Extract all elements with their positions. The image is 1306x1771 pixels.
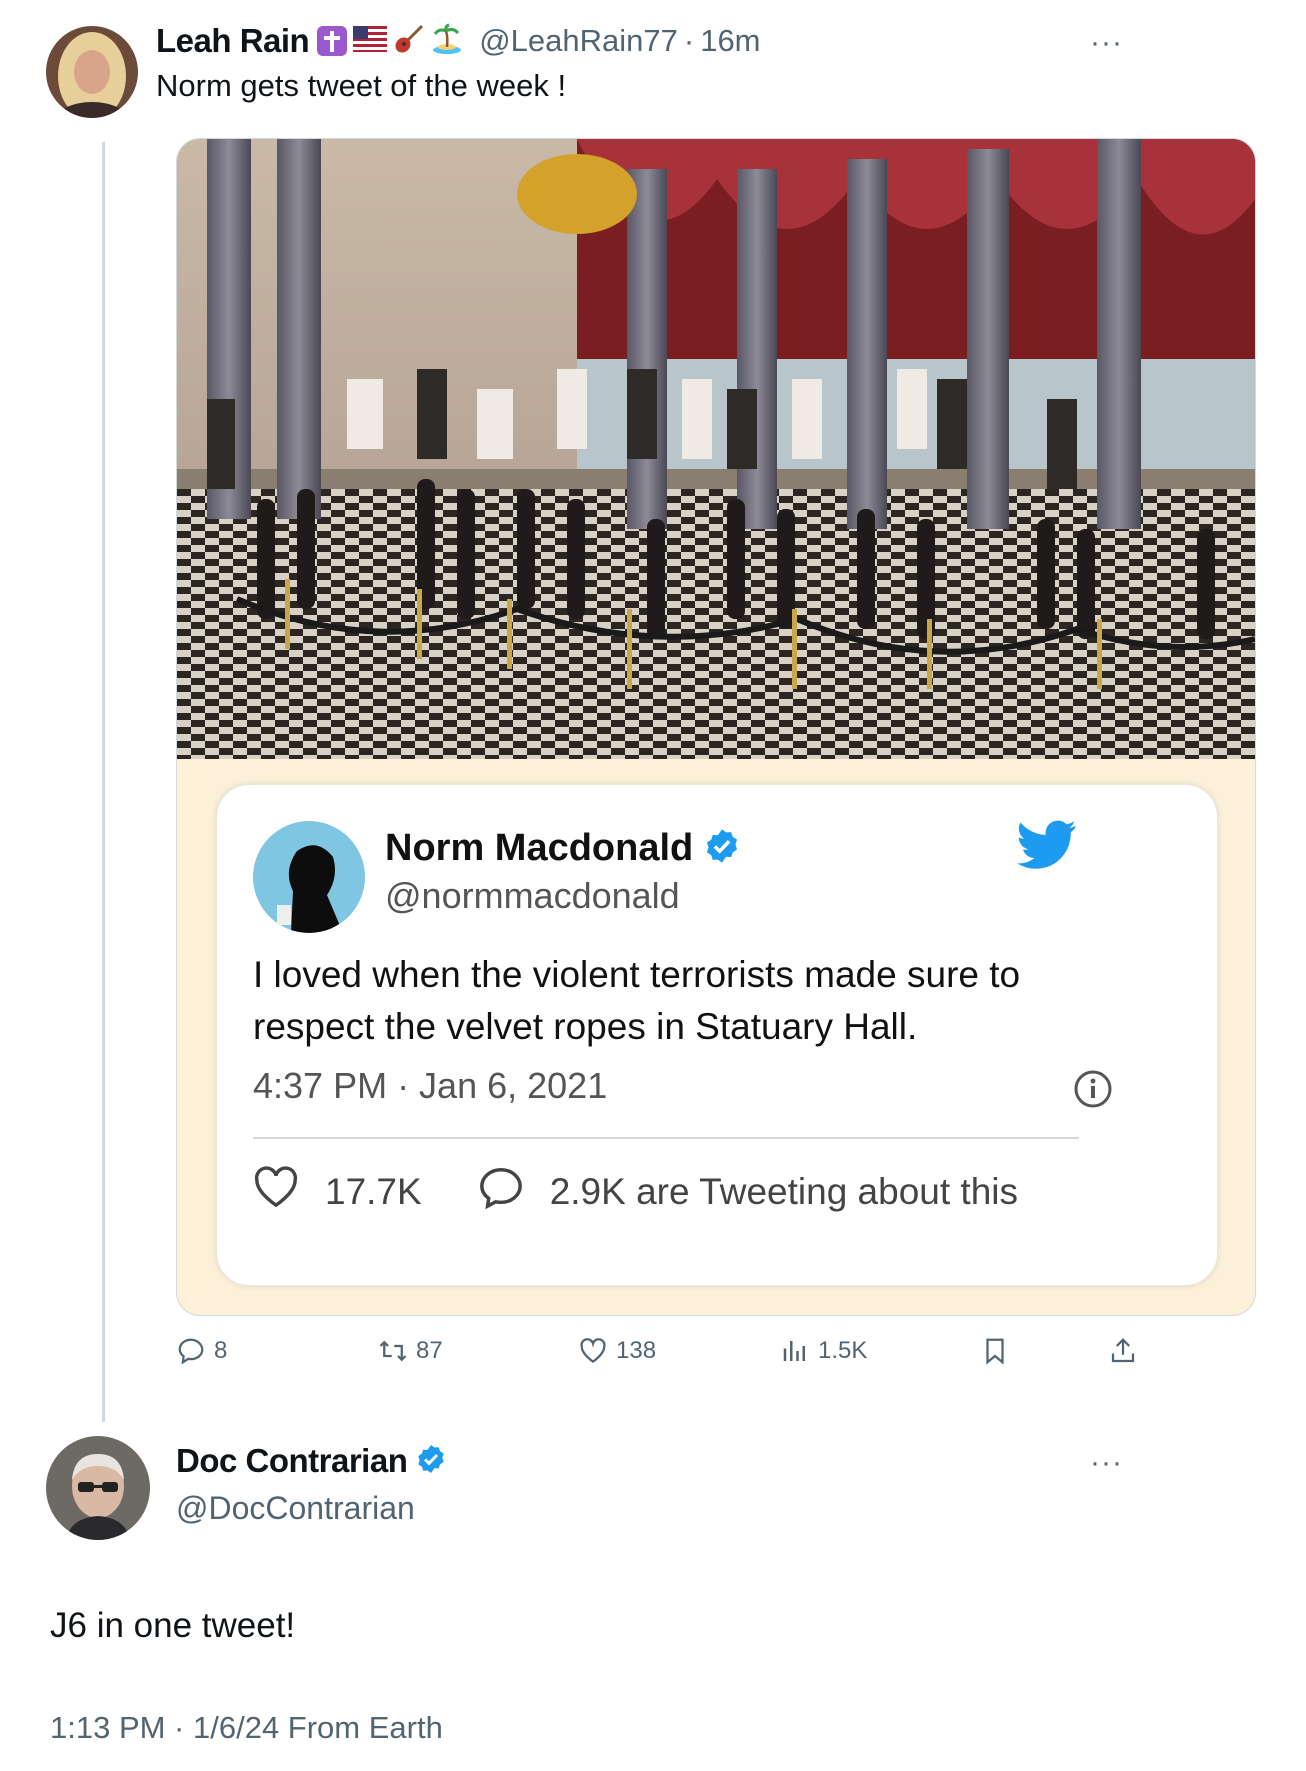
reply-icon xyxy=(178,1338,204,1365)
tweet-timestamp[interactable]: 1:13 PM · 1/6/24 From Earth xyxy=(50,1710,443,1746)
embedded-timestamp: 4:37 PM · Jan 6, 2021 xyxy=(253,1065,608,1106)
author-name[interactable]: Leah Rain xyxy=(156,22,310,60)
embedded-tweeting-count: 2.9K are Tweeting about this xyxy=(549,1170,1019,1212)
like-count: 138 xyxy=(616,1337,657,1364)
more-options-button[interactable]: ··· xyxy=(1090,1446,1123,1480)
info-icon xyxy=(1073,1069,1113,1114)
author-name[interactable]: Doc Contrarian xyxy=(176,1442,408,1480)
twitter-bird-icon xyxy=(1017,819,1077,876)
island-emoji-icon xyxy=(431,23,463,60)
us-flag-emoji-icon xyxy=(353,25,388,57)
statuary-hall-photo xyxy=(177,139,1255,759)
verified-badge-icon xyxy=(415,1443,447,1480)
tweet-text: J6 in one tweet! xyxy=(50,1606,296,1645)
reply-button[interactable]: 8 xyxy=(176,1336,227,1366)
embedded-text-line-2: respect the velvet ropes in Statuary Hal… xyxy=(253,1006,918,1047)
share-icon xyxy=(1111,1338,1135,1363)
bookmark-button[interactable] xyxy=(980,1336,1010,1366)
embedded-divider xyxy=(253,1137,1079,1139)
bookmark-icon xyxy=(986,1338,1004,1365)
heart-outline-icon xyxy=(253,1166,299,1217)
tweet-media[interactable]: Norm Macdonald @normmacdonald I loved wh… xyxy=(176,138,1256,1316)
share-button[interactable] xyxy=(1108,1336,1138,1366)
guitar-emoji-icon xyxy=(393,23,425,60)
bar-chart-icon xyxy=(783,1341,805,1361)
avatar-norm-macdonald xyxy=(253,821,365,933)
author-handle[interactable]: @DocContrarian xyxy=(176,1490,415,1527)
verified-badge-icon xyxy=(703,827,741,870)
retweet-count: 87 xyxy=(416,1337,443,1364)
author-handle[interactable]: @LeahRain77 xyxy=(479,23,678,59)
speech-bubble-icon xyxy=(478,1165,524,1218)
thread-connector-line xyxy=(102,142,105,1422)
separator-dot: · xyxy=(683,23,695,58)
embedded-like-count: 17.7K xyxy=(325,1170,422,1212)
post-time[interactable]: 16m xyxy=(700,23,760,59)
tweet-text: Norm gets tweet of the week ! xyxy=(156,68,567,103)
like-button[interactable]: 138 xyxy=(578,1336,656,1366)
embedded-author-name: Norm Macdonald xyxy=(385,827,694,869)
avatar-doc-contrarian[interactable] xyxy=(46,1436,150,1540)
reply-count: 8 xyxy=(214,1337,228,1364)
embedded-tweet-card: Norm Macdonald @normmacdonald I loved wh… xyxy=(215,783,1219,1287)
views-count: 1.5K xyxy=(818,1337,868,1364)
retweet-button[interactable]: 87 xyxy=(378,1336,443,1366)
cross-emoji-icon xyxy=(317,26,348,56)
avatar-leah-rain[interactable] xyxy=(46,26,138,118)
retweet-icon xyxy=(379,1340,407,1362)
heart-icon xyxy=(580,1338,606,1363)
embedded-handle: @normmacdonald xyxy=(385,875,680,916)
embedded-text-line-1: I loved when the violent terrorists made… xyxy=(253,954,1021,995)
views-button[interactable]: 1.5K xyxy=(780,1336,867,1366)
more-options-button[interactable]: ··· xyxy=(1090,26,1123,60)
